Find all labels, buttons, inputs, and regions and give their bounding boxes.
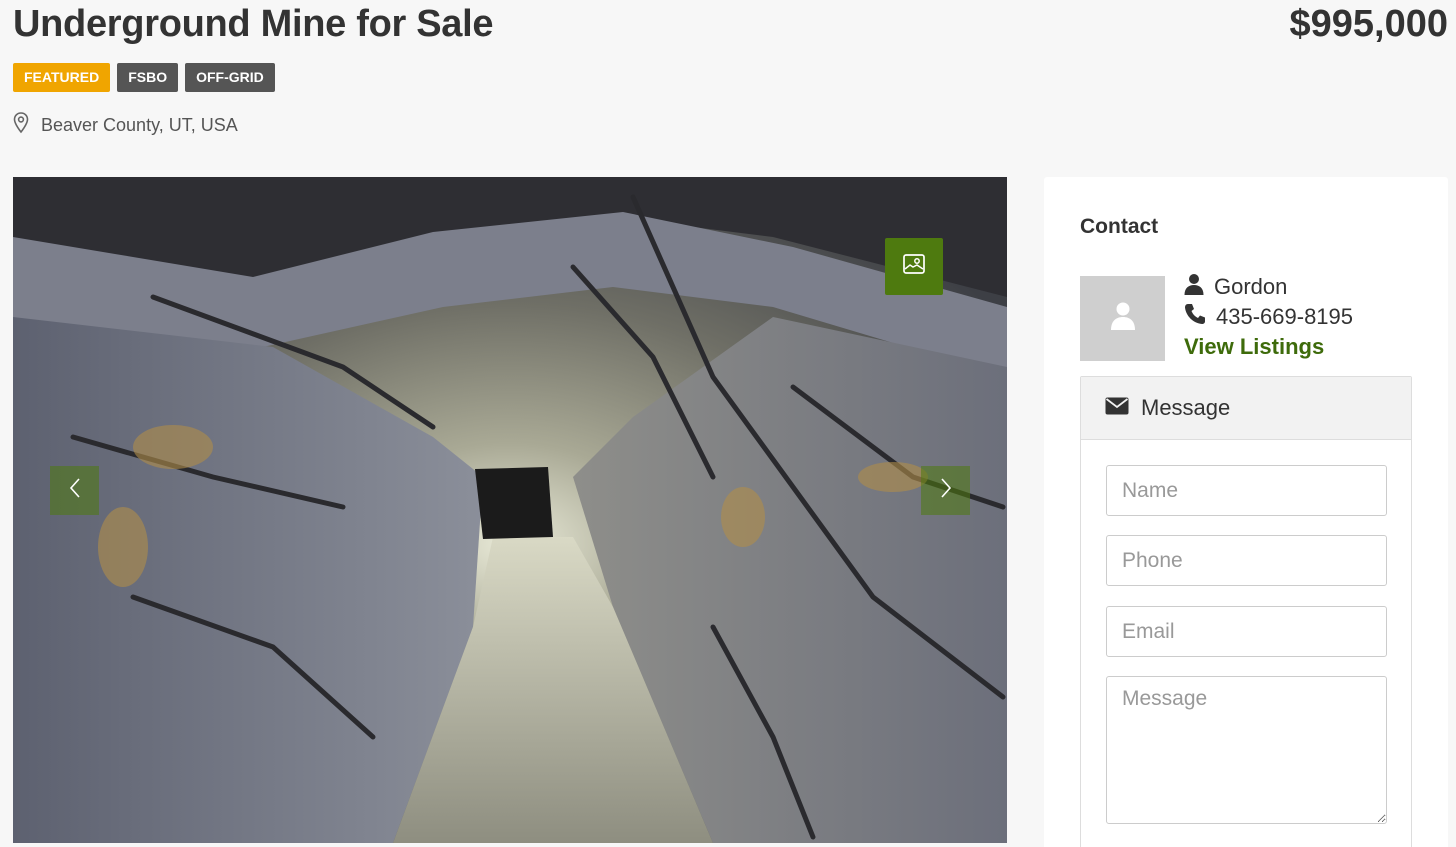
user-icon <box>1184 273 1204 301</box>
next-image-button[interactable] <box>921 466 970 515</box>
contact-card: Contact Gordon 435-669-8195 View Listing… <box>1044 177 1448 847</box>
phone-field[interactable] <box>1106 535 1387 586</box>
contact-heading: Contact <box>1080 215 1159 238</box>
chevron-right-icon <box>939 476 953 505</box>
envelope-icon <box>1105 395 1129 421</box>
listing-price: $995,000 <box>1289 3 1449 45</box>
message-panel: Message <box>1080 376 1412 847</box>
email-field[interactable] <box>1106 606 1387 657</box>
off-grid-badge[interactable]: OFF-GRID <box>185 63 275 92</box>
agent-name: Gordon <box>1214 274 1288 299</box>
avatar <box>1080 276 1165 361</box>
gallery-view-button[interactable] <box>885 238 943 295</box>
listing-title: Underground Mine for Sale <box>13 3 494 45</box>
photo-gallery[interactable] <box>13 177 1007 843</box>
message-tab[interactable]: Message <box>1081 377 1411 440</box>
name-field[interactable] <box>1106 465 1387 516</box>
previous-image-button[interactable] <box>50 466 99 515</box>
message-tab-label: Message <box>1141 395 1231 420</box>
location-text: Beaver County, UT, USA <box>41 115 238 135</box>
map-pin-icon <box>13 112 29 139</box>
badge-list: FEATURED FSBO OFF-GRID <box>13 63 275 92</box>
featured-badge[interactable]: FEATURED <box>13 63 111 92</box>
message-textarea[interactable] <box>1106 676 1387 824</box>
agent-phone[interactable]: 435-669-8195 <box>1216 304 1353 330</box>
phone-icon <box>1184 303 1206 331</box>
fsbo-badge[interactable]: FSBO <box>117 63 179 92</box>
user-silhouette-icon <box>1110 301 1136 336</box>
agent-name-row: Gordon <box>1184 273 1287 301</box>
image-gallery-icon <box>902 252 926 281</box>
agent-phone-row: 435-669-8195 <box>1184 303 1353 331</box>
mine-tunnel-photo <box>13 177 1007 843</box>
listing-location: Beaver County, UT, USA <box>13 112 238 139</box>
view-listings-link[interactable]: View Listings <box>1184 334 1324 360</box>
chevron-left-icon <box>68 476 82 505</box>
